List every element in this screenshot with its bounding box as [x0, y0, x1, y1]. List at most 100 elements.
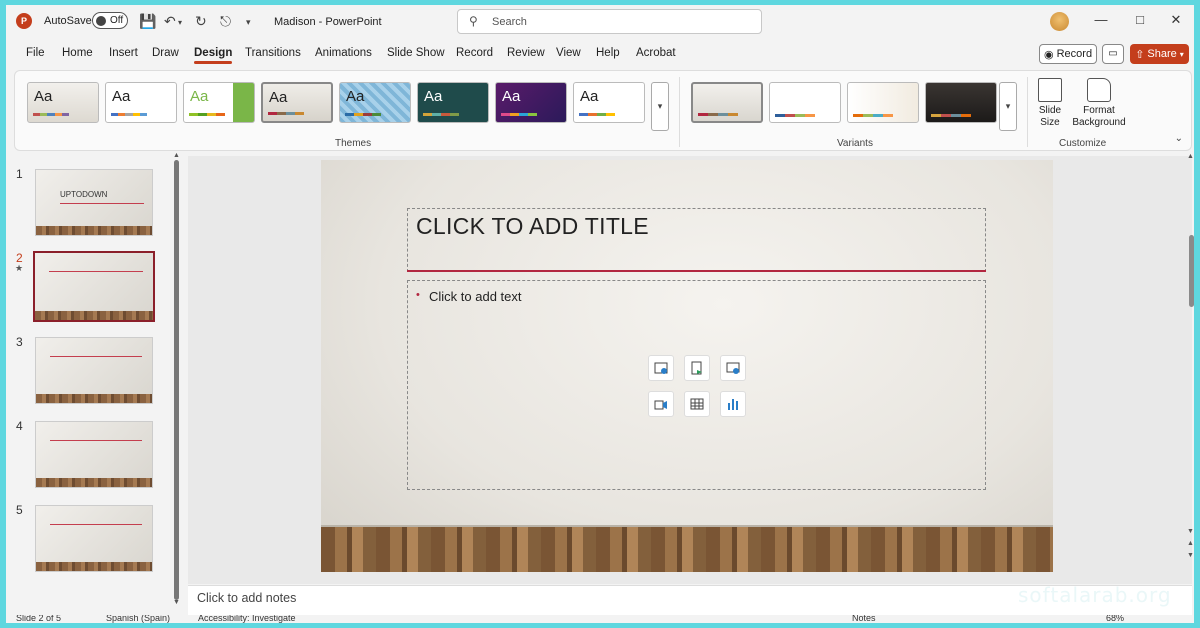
- theme-preview-text: Aa: [424, 88, 443, 105]
- canvas-scroll-up-icon[interactable]: ▲: [1187, 153, 1194, 160]
- search-placeholder: Search: [492, 16, 527, 28]
- scroll-up-icon[interactable]: ▲: [173, 152, 180, 159]
- tab-acrobat[interactable]: Acrobat: [636, 47, 676, 59]
- undo-icon[interactable]: ↶: [164, 13, 176, 30]
- customize-group-label: Customize: [1059, 138, 1107, 149]
- variant-4[interactable]: [925, 82, 997, 123]
- slide-thumbnail-2[interactable]: [33, 251, 155, 322]
- customize-quick-access-icon[interactable]: ▾: [246, 17, 251, 28]
- search-icon: ⚲: [469, 14, 478, 28]
- tab-record[interactable]: Record: [456, 47, 493, 59]
- theme-preview-text: Aa: [112, 88, 131, 105]
- format-background-label: Format Background: [1072, 105, 1126, 128]
- insert-icons-icon[interactable]: [684, 355, 710, 381]
- tab-slide-show[interactable]: Slide Show: [387, 47, 445, 59]
- ribbon-tabs: File Home Insert Draw Design Transitions Anima…: [6, 43, 1194, 67]
- notes-toggle[interactable]: Notes: [852, 615, 876, 623]
- save-icon[interactable]: 💾: [139, 13, 156, 30]
- insert-picture-icon[interactable]: [648, 355, 674, 381]
- theme-patterned[interactable]: Aa: [339, 82, 411, 123]
- canvas-scroll-down-icon[interactable]: ▼: [1187, 528, 1194, 535]
- tab-transitions[interactable]: Transitions: [245, 47, 301, 59]
- comment-icon: ▭: [1108, 48, 1118, 59]
- redo-icon[interactable]: ↻: [195, 13, 207, 30]
- present-icon[interactable]: ⎋: [220, 13, 231, 30]
- scroll-down-icon[interactable]: ▼: [173, 599, 180, 606]
- next-slide-icon[interactable]: ▼: [1187, 552, 1194, 559]
- themes-more-button[interactable]: ▾: [651, 82, 669, 131]
- theme-office[interactable]: Aa: [105, 82, 177, 123]
- format-background-button[interactable]: Format Background: [1071, 78, 1127, 129]
- accessibility-status[interactable]: Accessibility: Investigate: [198, 615, 296, 623]
- slide-size-button[interactable]: Slide Size: [1033, 78, 1067, 129]
- comments-button[interactable]: ▭: [1102, 44, 1124, 64]
- slide-star-icon: ★: [15, 263, 24, 273]
- theme-purple[interactable]: Aa: [495, 82, 567, 123]
- thumbnail-floor: [36, 562, 152, 571]
- thumbnail-rule: [50, 440, 142, 441]
- content-placeholder[interactable]: • Click to add text: [407, 280, 986, 490]
- current-slide[interactable]: CLICK TO ADD TITLE • Click to add text: [321, 160, 1053, 572]
- tab-home[interactable]: Home: [62, 47, 93, 59]
- slide-size-icon: [1038, 78, 1062, 102]
- design-ribbon: Aa Aa Aa Aa Aa Aa Aa Aa ▾ Themes ▾ Varia…: [14, 70, 1192, 151]
- slide-thumbnail-4[interactable]: [35, 421, 153, 488]
- theme-madison[interactable]: Aa: [261, 82, 333, 123]
- tab-animations[interactable]: Animations: [315, 47, 372, 59]
- tab-file[interactable]: File: [26, 47, 45, 59]
- thumbnail-title: UPTODOWN: [60, 190, 108, 199]
- autosave-toggle[interactable]: Off: [92, 12, 128, 29]
- slide-thumbnail-5[interactable]: [35, 505, 153, 572]
- theme-office-gallery-1[interactable]: Aa: [27, 82, 99, 123]
- share-label: Share: [1147, 48, 1177, 60]
- previous-slide-icon[interactable]: ▲: [1187, 540, 1194, 547]
- minimize-icon[interactable]: —: [1091, 12, 1111, 27]
- tab-insert[interactable]: Insert: [109, 47, 138, 59]
- thumbnail-rule: [50, 356, 142, 357]
- slide-thumbnail-1[interactable]: UPTODOWN: [35, 169, 153, 236]
- insert-chart-icon[interactable]: [720, 391, 746, 417]
- collapse-ribbon-icon[interactable]: ⌄: [1175, 133, 1183, 144]
- insert-table-icon[interactable]: [684, 391, 710, 417]
- undo-dropdown-icon[interactable]: ▾: [178, 18, 182, 27]
- search-box[interactable]: ⚲ Search: [457, 9, 762, 34]
- record-button[interactable]: ◉ Record: [1039, 44, 1097, 64]
- content-text[interactable]: Click to add text: [429, 289, 522, 304]
- tab-draw[interactable]: Draw: [152, 47, 179, 59]
- tab-design[interactable]: Design: [194, 47, 233, 64]
- status-bar: Slide 2 of 5 Spanish (Spain) Accessibili…: [6, 615, 1194, 623]
- slide-thumbnail-3[interactable]: [35, 337, 153, 404]
- format-background-icon: [1087, 78, 1111, 102]
- tab-review[interactable]: Review: [507, 47, 545, 59]
- theme-plain[interactable]: Aa: [573, 82, 645, 123]
- theme-facet[interactable]: Aa: [183, 82, 255, 123]
- tab-view[interactable]: View: [556, 47, 581, 59]
- close-icon[interactable]: ✕: [1166, 12, 1186, 28]
- insert-stock-images-icon[interactable]: [720, 355, 746, 381]
- zoom-level[interactable]: 68%: [1106, 615, 1124, 623]
- insert-video-icon[interactable]: [648, 391, 674, 417]
- variants-more-button[interactable]: ▾: [999, 82, 1017, 131]
- user-avatar[interactable]: [1050, 12, 1069, 31]
- maximize-icon[interactable]: □: [1130, 12, 1150, 27]
- thumbnail-rule: [60, 203, 144, 204]
- title-placeholder[interactable]: CLICK TO ADD TITLE: [407, 208, 986, 272]
- variant-3[interactable]: [847, 82, 919, 123]
- canvas-scrollbar[interactable]: [1189, 235, 1194, 307]
- ribbon-separator: [1027, 77, 1028, 147]
- language-indicator[interactable]: Spanish (Spain): [106, 615, 170, 623]
- theme-preview-text: Aa: [269, 89, 288, 106]
- thumbnail-scrollbar[interactable]: [174, 160, 179, 600]
- share-button[interactable]: ⇧ Share ▾: [1130, 44, 1189, 64]
- variant-2[interactable]: [769, 82, 841, 123]
- theme-preview-text: Aa: [190, 88, 209, 105]
- autosave-label: AutoSave: [44, 15, 92, 27]
- slide-number: 5: [16, 503, 23, 517]
- slide-thumbnail-pane: 1 UPTODOWN 2 ★ 3 4 5: [6, 156, 184, 604]
- theme-preview-text: Aa: [502, 88, 521, 105]
- notes-placeholder[interactable]: Click to add notes: [197, 591, 296, 605]
- tab-help[interactable]: Help: [596, 47, 620, 59]
- theme-dark-teal[interactable]: Aa: [417, 82, 489, 123]
- slide-title[interactable]: CLICK TO ADD TITLE: [416, 213, 649, 240]
- variant-1[interactable]: [691, 82, 763, 123]
